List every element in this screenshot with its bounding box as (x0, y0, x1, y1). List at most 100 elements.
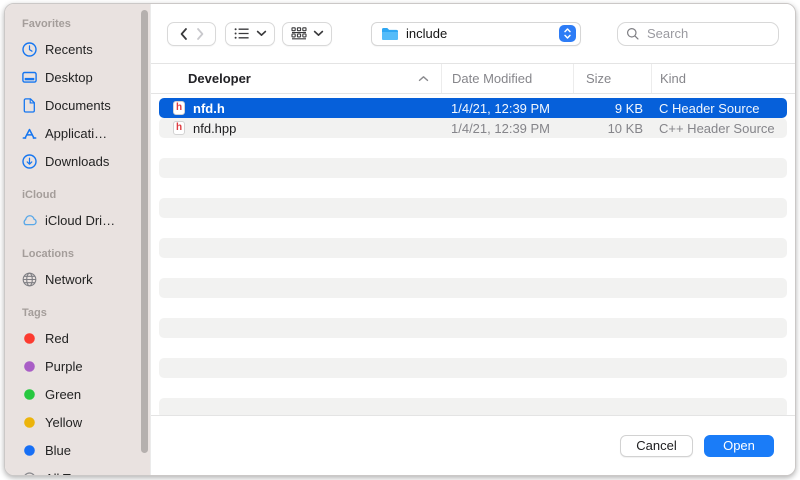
download-circle-icon (21, 153, 38, 170)
group-view-icon (291, 27, 307, 40)
chevron-right-icon (196, 27, 205, 41)
file-kind: C Header Source (651, 101, 787, 116)
column-header-kind[interactable]: Kind (651, 64, 795, 93)
file-name-cell: hnfd.hpp (159, 121, 441, 136)
empty-row (159, 338, 787, 358)
tag-dot-icon (21, 442, 38, 459)
clock-icon (21, 41, 38, 58)
sidebar-item-label: iCloud Dri… (45, 213, 115, 228)
file-name: nfd.h (193, 101, 225, 116)
file-date: 1/4/21, 12:39 PM (441, 101, 573, 116)
column-header-date[interactable]: Date Modified (441, 64, 573, 93)
sidebar-content: Favorites Recents DesktopDocuments Applicat… (5, 16, 150, 475)
empty-row (159, 138, 787, 158)
chevron-down-icon (256, 30, 267, 37)
cancel-button[interactable]: Cancel (620, 435, 693, 457)
empty-row (159, 218, 787, 238)
empty-row (159, 318, 787, 338)
desktop-icon (21, 69, 38, 86)
sidebar-item-icloud-dri[interactable]: iCloud Dri… (5, 206, 150, 234)
back-button[interactable] (179, 27, 188, 41)
toolbar: include (151, 4, 795, 63)
sidebar-item-label: All Tags (45, 471, 90, 476)
open-button[interactable]: Open (704, 435, 774, 457)
sidebar-section-label-tags: Tags (22, 305, 150, 321)
empty-row (159, 258, 787, 278)
sidebar-item-label: Blue (45, 443, 71, 458)
file-date: 1/4/21, 12:39 PM (441, 121, 573, 136)
empty-row (159, 238, 787, 258)
sidebar: Favorites Recents DesktopDocuments Applicat… (5, 4, 150, 475)
sidebar-item-documents[interactable]: Documents (5, 91, 150, 119)
column-header-label: Kind (660, 71, 686, 86)
empty-row (159, 178, 787, 198)
all-tags-icon (21, 470, 38, 476)
popup-stepper[interactable] (559, 25, 576, 42)
location-popup-button[interactable]: include (371, 22, 581, 46)
sidebar-item-label: Downloads (45, 154, 109, 169)
sidebar-section-label-icloud: iCloud (22, 187, 150, 203)
empty-row (159, 198, 787, 218)
main-panel: include Developer Date Modified Size Kind h… (150, 4, 795, 475)
empty-row (159, 158, 787, 178)
sidebar-item-blue[interactable]: Blue (5, 436, 150, 464)
chevron-left-icon (179, 27, 188, 41)
sidebar-item-recents[interactable]: Recents (5, 35, 150, 63)
sidebar-section-label-locations: Locations (22, 246, 150, 262)
column-header-label: Date Modified (452, 71, 532, 86)
folder-icon (381, 27, 399, 41)
file-open-dialog: Favorites Recents DesktopDocuments Applicat… (4, 3, 796, 476)
group-view-button[interactable] (282, 22, 332, 46)
file-row-nfd-h[interactable]: hnfd.h1/4/21, 12:39 PM9 KBC Header Sourc… (159, 98, 787, 118)
sidebar-item-purple[interactable]: Purple (5, 352, 150, 380)
sidebar-item-label: Network (45, 272, 93, 287)
sidebar-item-label: Green (45, 387, 81, 402)
file-kind: C++ Header Source (651, 121, 787, 136)
file-size: 10 KB (573, 121, 651, 136)
sidebar-item-label: Purple (45, 359, 83, 374)
h-file-icon: h (173, 101, 185, 115)
sidebar-section-label-favorites: Favorites (22, 16, 150, 32)
cloud-icon (21, 212, 38, 229)
file-name-cell: h nfd.h (159, 101, 441, 116)
column-header-row: Developer Date Modified Size Kind (151, 64, 795, 93)
empty-row (159, 298, 787, 318)
column-header-size[interactable]: Size (573, 64, 651, 93)
appstore-icon (21, 125, 38, 142)
column-header-label: Size (586, 71, 611, 86)
sidebar-item-downloads[interactable]: Downloads (5, 147, 150, 175)
search-field[interactable] (617, 22, 779, 46)
sidebar-item-label: Recents (45, 42, 93, 57)
forward-button[interactable] (196, 27, 205, 41)
search-icon (626, 27, 640, 41)
up-down-chevron-icon (563, 27, 572, 40)
empty-row (159, 358, 787, 378)
file-list: hnfd.h1/4/21, 12:39 PM9 KBC Header Sourc… (151, 94, 795, 415)
document-icon (21, 97, 38, 114)
sidebar-item-label: Red (45, 331, 69, 346)
sort-asc-icon (418, 75, 429, 82)
sidebar-item-green[interactable]: Green (5, 380, 150, 408)
empty-row (159, 278, 787, 298)
file-row-nfd-hpp[interactable]: hnfd.hpp1/4/21, 12:39 PM10 KBC++ Header … (159, 118, 787, 138)
tag-dot-icon (21, 386, 38, 403)
search-input[interactable] (645, 25, 770, 42)
chevron-down-icon (313, 30, 324, 37)
sidebar-item-red[interactable]: Red (5, 324, 150, 352)
sidebar-item-all-tags[interactable]: All Tags (5, 464, 150, 475)
location-popup-label: include (406, 26, 552, 41)
globe-icon (21, 271, 38, 288)
sidebar-item-yellow[interactable]: Yellow (5, 408, 150, 436)
empty-row (159, 378, 787, 398)
sidebar-item-label: Applicati… (45, 126, 107, 141)
column-header-name[interactable]: Developer (151, 64, 441, 93)
tag-dot-icon (21, 358, 38, 375)
sidebar-item-network[interactable]: Network (5, 265, 150, 293)
footer: Cancel Open (151, 416, 795, 475)
sidebar-item-desktop[interactable]: Desktop (5, 63, 150, 91)
sidebar-item-label: Yellow (45, 415, 82, 430)
sidebar-scrollbar[interactable] (141, 10, 148, 453)
tag-dot-icon (21, 414, 38, 431)
sidebar-item-applicati[interactable]: Applicati… (5, 119, 150, 147)
list-view-button[interactable] (225, 22, 275, 46)
